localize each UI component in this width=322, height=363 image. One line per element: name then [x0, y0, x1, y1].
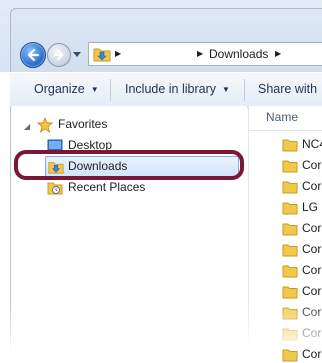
folder-icon [282, 160, 298, 173]
forward-arrow-icon [53, 49, 64, 61]
share-with-button[interactable]: Share with▼ [258, 82, 322, 96]
file-row[interactable]: Cor [282, 347, 322, 363]
breadcrumb-separator-icon[interactable]: ▶ [275, 49, 281, 58]
file-row[interactable]: Cor [282, 179, 322, 195]
folder-icon [282, 349, 298, 362]
recent-pages-dropdown-icon[interactable] [73, 50, 81, 58]
file-name: Cor [302, 263, 322, 277]
file-row[interactable]: NC4 [282, 137, 322, 153]
nav-favorites-label: Favorites [58, 117, 108, 131]
share-with-label: Share with [258, 82, 318, 96]
file-row[interactable]: Cor [282, 263, 322, 279]
bottom-fade [0, 300, 322, 348]
file-row[interactable]: Cor [282, 284, 322, 300]
chevron-down-icon: ▼ [222, 85, 230, 94]
file-row[interactable]: Cor [282, 242, 322, 258]
recent-places-icon [47, 182, 63, 195]
column-header-name[interactable]: Name [266, 110, 298, 124]
downloads-folder-icon [93, 48, 111, 62]
folder-icon [282, 139, 298, 152]
column-header-divider [249, 130, 322, 131]
back-button[interactable] [20, 42, 46, 68]
highlight-annotation [14, 150, 244, 180]
nav-item-label: Recent Places [68, 180, 146, 194]
organize-label: Organize [34, 82, 85, 96]
folder-icon [282, 265, 298, 278]
organize-button[interactable]: Organize ▼ [34, 82, 99, 96]
file-name: NC4 [302, 137, 322, 151]
folder-icon [282, 286, 298, 299]
file-name: Cor [302, 179, 322, 193]
address-bar[interactable]: ▶ ▶ Downloads ▶ [88, 42, 322, 66]
toolbar-divider [244, 79, 245, 101]
breadcrumb-separator-icon[interactable]: ▶ [115, 49, 121, 58]
folder-icon [282, 202, 298, 215]
file-name: LG S [302, 200, 322, 214]
chevron-down-icon: ▼ [90, 85, 99, 94]
include-in-library-label: Include in library [125, 82, 217, 96]
folder-icon [282, 181, 298, 194]
toolbar-divider [110, 79, 111, 101]
file-name: Cor [302, 347, 322, 361]
favorites-star-icon [37, 117, 53, 133]
folder-icon [282, 244, 298, 257]
command-bar: Organize ▼ Include in library ▼ Share with… [10, 72, 322, 108]
file-row[interactable]: LG S [282, 200, 322, 216]
file-name: Cor [302, 284, 322, 298]
file-row[interactable]: Cor [282, 221, 322, 237]
include-in-library-button[interactable]: Include in library ▼ [125, 82, 230, 96]
breadcrumb-downloads[interactable]: Downloads [209, 47, 268, 61]
folder-icon [282, 223, 298, 236]
file-name: Cor [302, 221, 322, 235]
file-name: Cor [302, 242, 322, 256]
file-name: Cor [302, 158, 322, 172]
collapse-triangle-icon[interactable]: ◢ [24, 122, 30, 131]
file-row[interactable]: Cor [282, 158, 322, 174]
back-arrow-icon [27, 48, 40, 62]
forward-button[interactable] [47, 43, 71, 67]
breadcrumb-separator-icon[interactable]: ▶ [197, 49, 203, 58]
